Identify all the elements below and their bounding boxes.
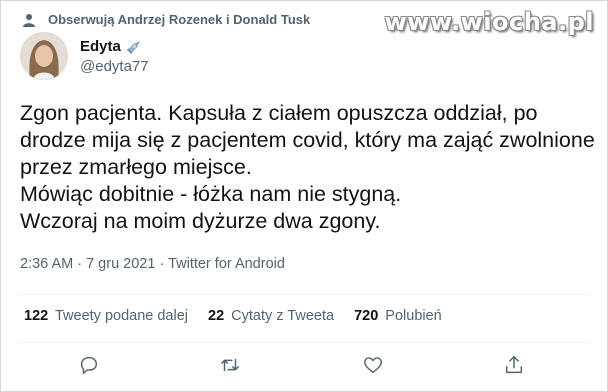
tweet-line: Zgon pacjenta. Kapsuła z ciałem opuszcza…: [20, 101, 595, 179]
divider: [20, 342, 588, 343]
share-button[interactable]: [503, 354, 529, 380]
tweet-source[interactable]: Twitter for Android: [168, 256, 285, 272]
divider: [20, 294, 588, 295]
tweet-stats: 122 Tweety podane dalej 22 Cytaty z Twee…: [24, 308, 462, 324]
meta-separator: ·: [155, 256, 169, 272]
author-handle[interactable]: @edyta77: [80, 58, 149, 75]
social-context-text: Obserwują Andrzej Rozenek i Donald Tusk: [48, 12, 311, 27]
tweet-date[interactable]: 7 gru 2021: [86, 256, 155, 272]
quotes-label: Cytaty z Tweeta: [231, 308, 335, 324]
retweet-button[interactable]: [219, 354, 245, 380]
author-name[interactable]: Edyta: [80, 38, 121, 55]
tweet-text: Zgon pacjenta. Kapsuła z ciałem opuszcza…: [20, 100, 600, 235]
likes-stat[interactable]: 720 Polubień: [354, 308, 442, 324]
retweets-label: Tweety podane dalej: [54, 308, 188, 324]
avatar-image: [20, 32, 68, 80]
likes-count: 720: [354, 308, 379, 324]
action-bar: [0, 352, 608, 382]
avatar[interactable]: [20, 32, 68, 80]
meta-separator: ·: [73, 256, 87, 272]
retweets-count: 122: [24, 308, 49, 324]
syringe-icon: [126, 40, 140, 54]
retweets-stat[interactable]: 122 Tweety podane dalej: [24, 308, 188, 324]
quotes-count: 22: [208, 308, 225, 324]
heart-icon: [364, 357, 382, 374]
reply-button[interactable]: [78, 354, 104, 380]
reply-icon: [80, 356, 98, 374]
like-button[interactable]: [362, 354, 388, 380]
tweet-line: Wczoraj na moim dyżurze dwa zgony.: [20, 209, 381, 233]
likes-label: Polubień: [385, 308, 442, 324]
social-context[interactable]: Obserwują Andrzej Rozenek i Donald Tusk: [22, 12, 310, 27]
person-icon: [23, 13, 35, 27]
quotes-stat[interactable]: 22 Cytaty z Tweeta: [208, 308, 334, 324]
tweet-line: Mówiąc dobitnie - łóżka nam nie stygną.: [20, 182, 402, 206]
tweet-time[interactable]: 2:36 AM: [20, 256, 73, 272]
share-icon: [505, 356, 523, 374]
retweet-icon: [221, 358, 239, 372]
tweet-meta: 2:36 AM · 7 gru 2021 · Twitter for Andro…: [20, 256, 285, 272]
watermark: www.wiocha.pl: [384, 8, 594, 36]
